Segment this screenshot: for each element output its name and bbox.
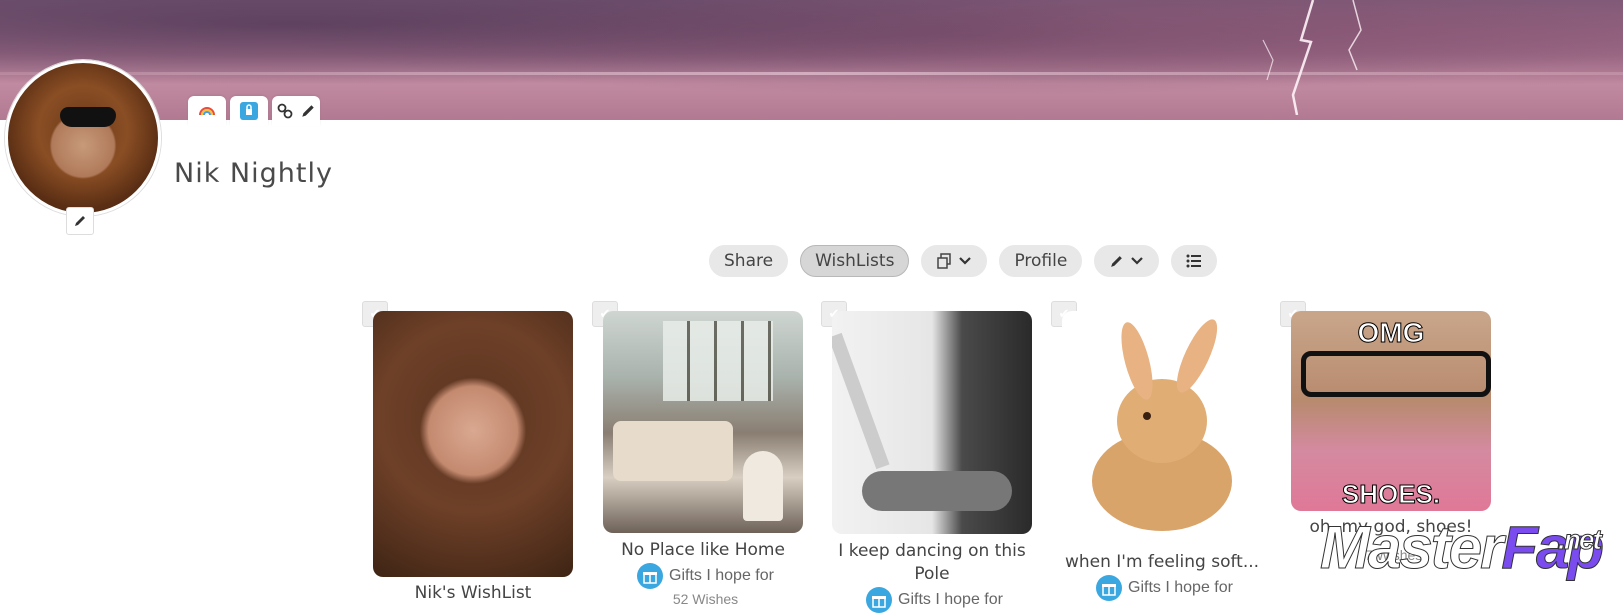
wishlist-title[interactable]: when I'm feeling soft...: [1057, 551, 1267, 574]
wishlist-subtitle: Gifts I hope for: [1128, 579, 1233, 596]
pencil-icon: [1111, 255, 1123, 267]
chevron-down-icon: [959, 257, 972, 265]
copy-icon: [937, 253, 952, 269]
wishlist-title[interactable]: No Place like Home: [598, 539, 808, 562]
badge-links[interactable]: [272, 96, 320, 126]
wishlist-subtitle-row: Gifts I hope for: [832, 587, 1037, 613]
profile-badges: [188, 96, 320, 126]
wishlist-subtitle-row: Gifts I hope for: [1062, 575, 1267, 601]
link-icon: [277, 103, 293, 119]
wishlist-subtitle-row: Gifts I hope for: [603, 563, 808, 589]
meme-top-text: OMG: [1357, 317, 1425, 349]
profile-toolbar: Share WishLists Profile: [709, 245, 1218, 277]
wishlists-tab[interactable]: WishLists: [800, 245, 910, 277]
rainbow-icon: [199, 107, 215, 116]
wishlist-card[interactable]: No Place like Home Gifts I hope for 52 W…: [603, 311, 808, 607]
watermark-logo: MasterFap .net: [1319, 517, 1604, 578]
wishlist-thumbnail[interactable]: [1062, 311, 1262, 547]
badge-lock[interactable]: [230, 96, 268, 126]
wishlists-label: WishLists: [815, 251, 895, 271]
wishlist-thumbnail[interactable]: OMG SHOES.: [1291, 311, 1491, 511]
wishlist-subtitle: Gifts I hope for: [898, 591, 1003, 608]
profile-avatar[interactable]: [5, 60, 161, 216]
watermark-suffix: .net: [1558, 524, 1603, 556]
meme-bottom-text: SHOES.: [1341, 479, 1441, 510]
badge-rainbow[interactable]: [188, 96, 226, 126]
wishlist-card[interactable]: Nik's WishList: [373, 311, 578, 605]
copy-dropdown-button[interactable]: [921, 245, 988, 277]
wishlist-thumbnail[interactable]: [373, 311, 573, 577]
chevron-down-icon: [1131, 257, 1144, 265]
wishlist-subtitle: Gifts I hope for: [669, 567, 774, 584]
wishlist-card[interactable]: I keep dancing on this Pole Gifts I hope…: [832, 311, 1037, 613]
wishlist-title[interactable]: I keep dancing on this Pole: [827, 540, 1037, 586]
wishlist-title[interactable]: Nik's WishList: [368, 582, 578, 605]
pencil-icon: [75, 216, 85, 226]
profile-label: Profile: [1014, 251, 1068, 271]
edit-dropdown-button[interactable]: [1094, 245, 1160, 277]
share-label: Share: [724, 251, 774, 271]
list-view-button[interactable]: [1171, 245, 1218, 277]
share-button[interactable]: Share: [709, 245, 789, 277]
profile-button[interactable]: Profile: [999, 245, 1083, 277]
lock-badge-icon: [240, 102, 258, 120]
wishlist-card[interactable]: when I'm feeling soft... Gifts I hope fo…: [1062, 311, 1267, 601]
avatar-sunglasses: [60, 107, 116, 127]
gift-icon: [1096, 575, 1123, 601]
wishlist-thumbnail[interactable]: [603, 311, 803, 533]
gift-icon: [637, 563, 664, 589]
bunny-image: [1092, 319, 1232, 531]
edit-avatar-button[interactable]: [66, 207, 94, 235]
wishlist-count: 52 Wishes: [672, 591, 739, 607]
lightning-image: [1262, 0, 1362, 115]
watermark-part1: Master: [1319, 514, 1503, 581]
list-icon: [1186, 254, 1202, 268]
profile-name: Nik Nightly: [174, 158, 333, 189]
banner-horizon: [0, 72, 1623, 75]
gift-icon: [866, 587, 893, 613]
pencil-icon: [302, 105, 314, 117]
wishlist-thumbnail[interactable]: [832, 311, 1032, 534]
